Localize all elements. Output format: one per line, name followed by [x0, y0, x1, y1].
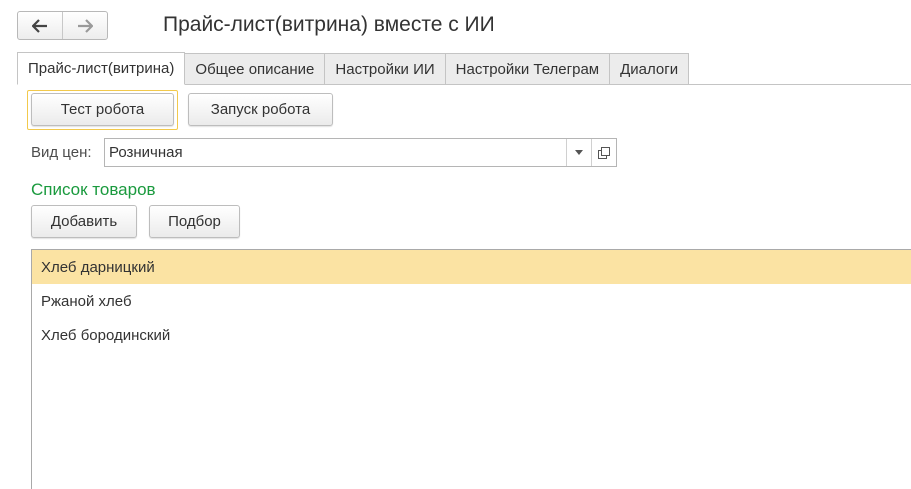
list-item[interactable]: Хлеб бородинский: [32, 318, 911, 352]
tab-telegram-settings[interactable]: Настройки Телеграм: [445, 53, 611, 85]
tab-price-list[interactable]: Прайс-лист(витрина): [17, 52, 186, 85]
open-form-button[interactable]: [591, 139, 616, 166]
price-type-label: Вид цен:: [31, 144, 92, 161]
navigation-buttons: [17, 11, 108, 40]
open-window-icon: [598, 146, 610, 159]
window-title: Прайс-лист(витрина) вместе с ИИ: [163, 13, 495, 36]
pick-button[interactable]: Подбор: [149, 205, 240, 238]
test-robot-button[interactable]: Тест робота: [31, 93, 174, 126]
tab-bar: Прайс-лист(витрина) Общее описание Настр…: [17, 52, 690, 85]
forward-button[interactable]: [62, 12, 107, 39]
list-item[interactable]: Ржаной хлеб: [32, 284, 911, 318]
arrow-right-icon: [78, 18, 93, 33]
list-item[interactable]: Хлеб дарницкий: [32, 250, 911, 284]
back-button[interactable]: [18, 12, 62, 39]
dropdown-button[interactable]: [566, 139, 591, 166]
products-list[interactable]: Хлеб дарницкий Ржаной хлеб Хлеб бородинс…: [31, 249, 911, 489]
price-type-select[interactable]: Розничная: [104, 138, 617, 167]
products-section-title: Список товаров: [31, 180, 156, 199]
price-type-value[interactable]: Розничная: [105, 139, 566, 166]
arrow-left-icon: [32, 18, 47, 33]
add-button[interactable]: Добавить: [31, 205, 137, 238]
tab-dialogs[interactable]: Диалоги: [610, 53, 690, 85]
tab-general-description[interactable]: Общее описание: [185, 53, 326, 85]
tab-ai-settings[interactable]: Настройки ИИ: [325, 53, 446, 85]
chevron-down-icon: [575, 150, 583, 155]
tab-divider: [204, 84, 911, 85]
run-robot-button[interactable]: Запуск робота: [188, 93, 333, 126]
